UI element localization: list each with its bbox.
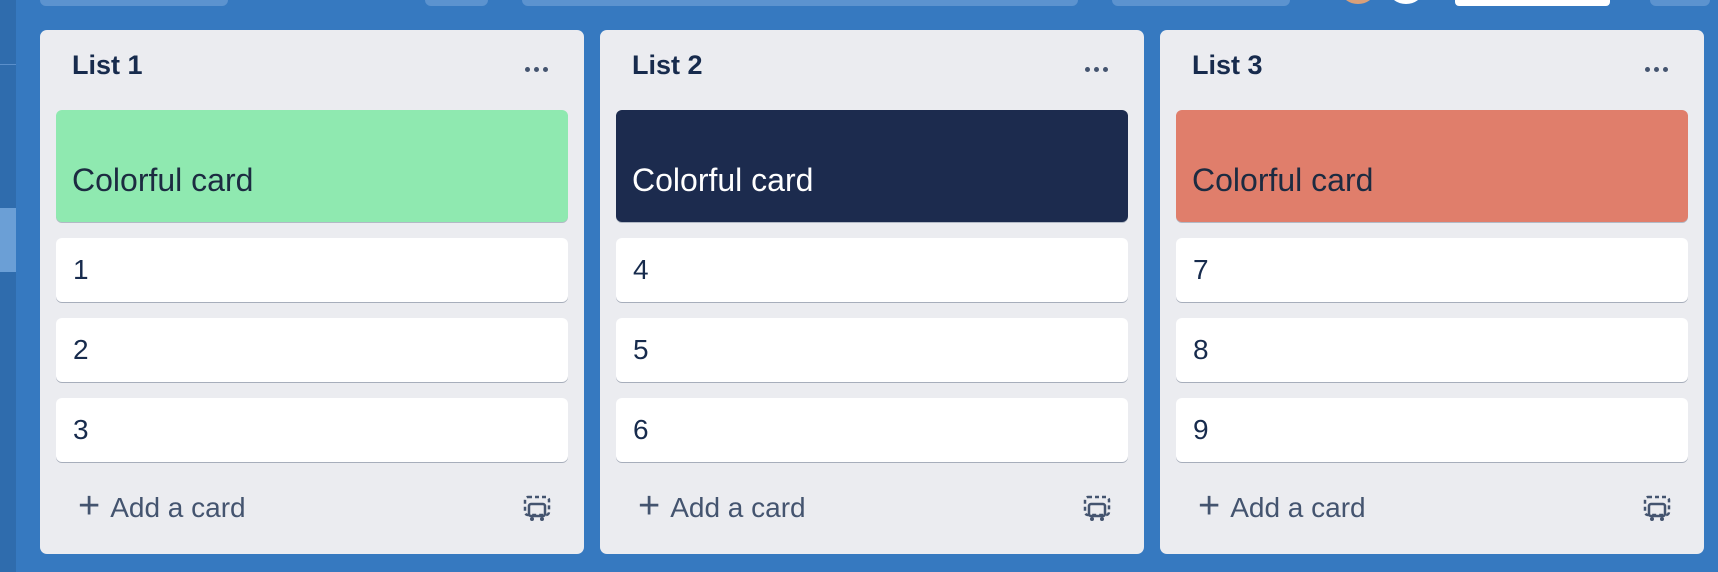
list-header: List 1 <box>56 30 568 110</box>
list-footer: + Add a card <box>1176 484 1688 532</box>
card-title: 9 <box>1193 414 1209 445</box>
list: List 3 Colorful card 7 8 9 + Add a card <box>1160 30 1704 554</box>
card-title: 8 <box>1193 334 1209 365</box>
list-header: List 2 <box>616 30 1128 110</box>
header-button[interactable] <box>40 0 228 6</box>
card[interactable]: 5 <box>616 318 1128 382</box>
more-horizontal-icon-dot <box>1662 66 1668 72</box>
card[interactable]: 3 <box>56 398 568 462</box>
list-footer: + Add a card <box>56 484 568 532</box>
card-title: Colorful card <box>632 162 814 198</box>
list-menu-button[interactable] <box>1636 52 1676 82</box>
list-menu-button[interactable] <box>1076 52 1116 82</box>
card-template-icon[interactable] <box>1640 492 1674 524</box>
sidebar-divider <box>0 64 16 65</box>
card-template-icon[interactable] <box>520 492 554 524</box>
card[interactable]: 9 <box>1176 398 1688 462</box>
cover-card[interactable]: Colorful card <box>616 110 1128 222</box>
list-title[interactable]: List 1 <box>72 50 143 81</box>
board-header <box>0 0 1718 8</box>
more-horizontal-icon <box>1644 66 1650 72</box>
more-horizontal-icon <box>524 66 530 72</box>
cover-card[interactable]: Colorful card <box>1176 110 1688 222</box>
header-button[interactable] <box>425 0 488 6</box>
card-title: 6 <box>633 414 649 445</box>
header-button[interactable] <box>1112 0 1290 6</box>
more-horizontal-icon-dot <box>1093 66 1099 72</box>
add-card-button[interactable]: + Add a card <box>56 484 476 532</box>
card-title: Colorful card <box>72 162 254 198</box>
card[interactable]: 1 <box>56 238 568 302</box>
more-horizontal-icon <box>1084 66 1090 72</box>
avatar[interactable] <box>1342 0 1374 4</box>
header-button[interactable] <box>1650 0 1710 6</box>
list-title[interactable]: List 3 <box>1192 50 1263 81</box>
card-title: 4 <box>633 254 649 285</box>
card[interactable]: 7 <box>1176 238 1688 302</box>
avatar[interactable] <box>1390 0 1422 4</box>
list-footer: + Add a card <box>616 484 1128 532</box>
header-button[interactable] <box>522 0 1078 6</box>
card-title: 5 <box>633 334 649 365</box>
card-title: 2 <box>73 334 89 365</box>
plus-icon: + <box>1198 485 1221 527</box>
plus-icon: + <box>78 485 101 527</box>
card[interactable]: 4 <box>616 238 1128 302</box>
sidebar-active-item[interactable] <box>0 208 16 272</box>
more-horizontal-icon-dot <box>1653 66 1659 72</box>
plus-icon: + <box>638 485 661 527</box>
card[interactable]: 2 <box>56 318 568 382</box>
add-card-button[interactable]: + Add a card <box>616 484 1036 532</box>
more-horizontal-icon-dot <box>542 66 548 72</box>
more-horizontal-icon-dot <box>533 66 539 72</box>
more-horizontal-icon-dot <box>1102 66 1108 72</box>
card[interactable]: 6 <box>616 398 1128 462</box>
list-header: List 3 <box>1176 30 1688 110</box>
card-title: 1 <box>73 254 89 285</box>
add-card-button[interactable]: + Add a card <box>1176 484 1596 532</box>
card-template-icon[interactable] <box>1080 492 1114 524</box>
header-share-button[interactable] <box>1455 0 1610 6</box>
sidebar-collapsed[interactable] <box>0 0 16 572</box>
list: List 1 Colorful card 1 2 3 + Add a card <box>40 30 584 554</box>
add-card-label: Add a card <box>110 492 246 523</box>
add-card-label: Add a card <box>670 492 806 523</box>
card-title: 7 <box>1193 254 1209 285</box>
cover-card[interactable]: Colorful card <box>56 110 568 222</box>
board-lists: List 1 Colorful card 1 2 3 + Add a card … <box>40 30 1704 554</box>
card-title: Colorful card <box>1192 162 1374 198</box>
list-title[interactable]: List 2 <box>632 50 703 81</box>
card[interactable]: 8 <box>1176 318 1688 382</box>
list-menu-button[interactable] <box>516 52 556 82</box>
add-card-label: Add a card <box>1230 492 1366 523</box>
card-title: 3 <box>73 414 89 445</box>
list: List 2 Colorful card 4 5 6 + Add a card <box>600 30 1144 554</box>
